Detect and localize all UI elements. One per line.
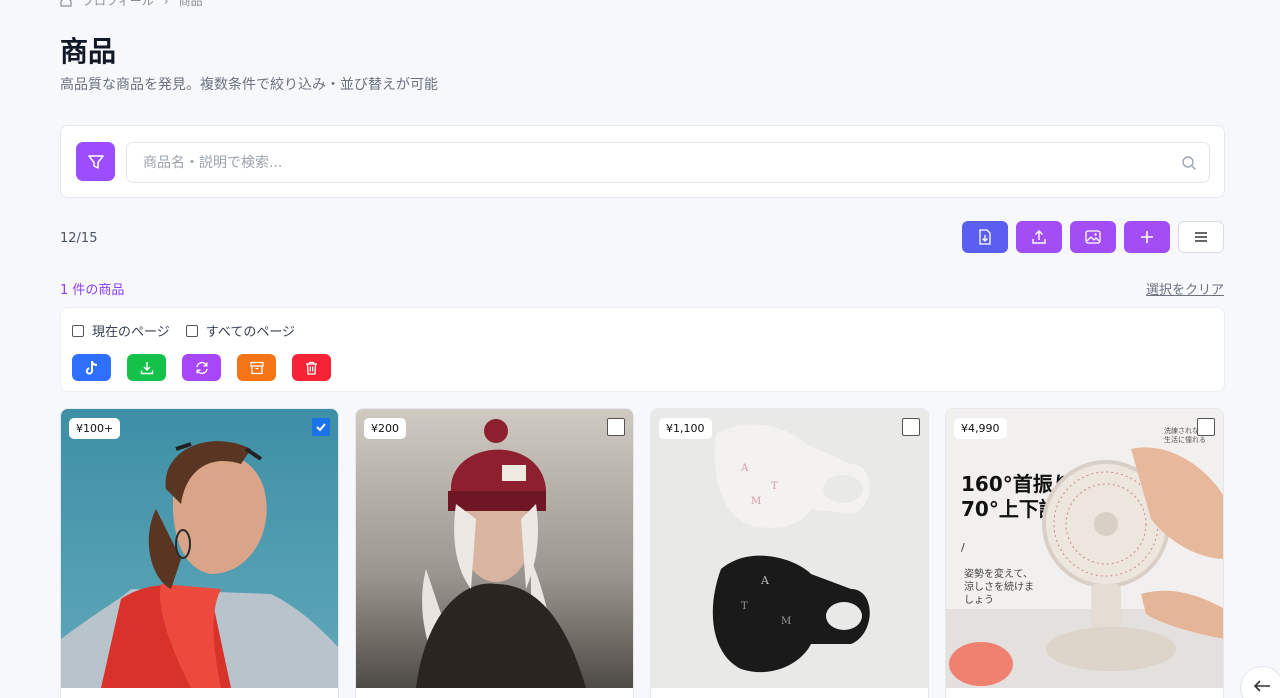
result-count: 12/15: [60, 231, 98, 246]
price-badge: ¥200: [364, 418, 406, 439]
product-card[interactable]: ¥4,990 160°首振り/ 70°上下調節 / 姿勢を変えて、 涼しさを続け…: [945, 408, 1224, 698]
svg-text:/: /: [961, 541, 965, 554]
arrow-left-icon: [1253, 680, 1270, 692]
select-all-pages[interactable]: すべてのページ: [185, 321, 296, 340]
delete-button[interactable]: [292, 354, 331, 381]
product-checkbox[interactable]: [902, 418, 920, 436]
promo-copy-line1: 姿勢を変えて、: [964, 567, 1033, 580]
promo-corner-line1: 洗練されな: [1164, 426, 1199, 435]
price-badge: ¥100+: [69, 418, 121, 439]
download-icon: [140, 361, 153, 374]
toolbar: [962, 221, 1224, 253]
breadcrumb-item-profile[interactable]: プロフィール: [82, 0, 154, 9]
svg-text:T: T: [741, 601, 748, 612]
bulk-actions: [72, 354, 331, 381]
product-checkbox[interactable]: [312, 418, 330, 436]
product-card[interactable]: ¥200: [355, 408, 634, 698]
product-checkbox[interactable]: [1197, 418, 1215, 436]
image-button[interactable]: [1070, 221, 1116, 253]
home-icon[interactable]: [60, 0, 72, 7]
current-page-label: 現在のページ: [92, 325, 170, 340]
product-grid: ¥100+ ¥200 ¥1,100 A T M A T M ¥4,990 160…: [60, 408, 1224, 698]
product-card[interactable]: ¥1,100 A T M A T M: [650, 408, 929, 698]
filter-button[interactable]: [76, 142, 115, 181]
price-badge: ¥4,990: [954, 418, 1007, 439]
svg-text:T: T: [771, 481, 778, 492]
upload-icon: [1032, 230, 1046, 244]
menu-button[interactable]: [1178, 221, 1224, 253]
breadcrumb-separator: ›: [163, 0, 169, 8]
svg-text:A: A: [740, 463, 749, 474]
export-button[interactable]: [962, 221, 1008, 253]
add-product-button[interactable]: [1124, 221, 1170, 253]
price-badge: ¥1,100: [659, 418, 712, 439]
breadcrumb: プロフィール › 商品: [60, 0, 203, 9]
clear-selection-link[interactable]: 選択をクリア: [1146, 279, 1224, 298]
product-image[interactable]: [356, 409, 633, 688]
archive-icon: [249, 361, 264, 374]
refresh-icon: [195, 361, 208, 374]
all-pages-checkbox[interactable]: [185, 324, 198, 337]
archive-button[interactable]: [237, 354, 276, 381]
bulk-action-panel: 現在のページ すべてのページ: [60, 307, 1225, 392]
svg-text:M: M: [781, 616, 791, 627]
check-icon: [316, 423, 326, 432]
download-button[interactable]: [127, 354, 166, 381]
promo-copy-line3: しょう: [964, 594, 994, 606]
trash-icon: [306, 361, 317, 375]
product-image[interactable]: [61, 409, 338, 688]
filter-icon: [87, 154, 104, 169]
search-panel: [60, 125, 1225, 198]
page-title: 商品: [60, 35, 117, 68]
select-scope-row: 現在のページ すべてのページ: [72, 321, 295, 340]
menu-icon: [1195, 232, 1207, 242]
svg-text:M: M: [751, 496, 761, 507]
product-image[interactable]: A T M A T M: [651, 409, 928, 688]
current-page-checkbox[interactable]: [72, 324, 84, 337]
search-input[interactable]: [127, 143, 1209, 182]
all-pages-label: すべてのページ: [205, 325, 296, 340]
breadcrumb-item-products: 商品: [178, 0, 203, 8]
promo-copy-line2: 涼しさを続けま: [964, 580, 1034, 593]
select-current-page[interactable]: 現在のページ: [72, 321, 170, 340]
selected-count: 1 件の商品: [60, 283, 125, 298]
promo-corner-line2: 生活に憧れる: [1164, 435, 1206, 444]
svg-text:A: A: [760, 574, 770, 587]
export-icon: [979, 229, 991, 245]
product-image[interactable]: 160°首振り/ 70°上下調節 / 姿勢を変えて、 涼しさを続けま しょう 洗…: [946, 409, 1223, 688]
tiktok-button[interactable]: [72, 354, 111, 381]
plus-icon: [1141, 231, 1153, 243]
upload-button[interactable]: [1016, 221, 1062, 253]
product-card[interactable]: ¥100+: [60, 408, 339, 698]
search-box: [126, 142, 1210, 183]
tiktok-icon: [85, 360, 97, 375]
product-checkbox[interactable]: [607, 418, 625, 436]
image-icon: [1085, 230, 1101, 244]
page-subtitle: 高品質な商品を発見。複数条件で絞り込み・並び替えが可能: [60, 77, 438, 93]
refresh-button[interactable]: [182, 354, 221, 381]
search-icon[interactable]: [1181, 155, 1197, 171]
back-button[interactable]: [1240, 666, 1280, 698]
